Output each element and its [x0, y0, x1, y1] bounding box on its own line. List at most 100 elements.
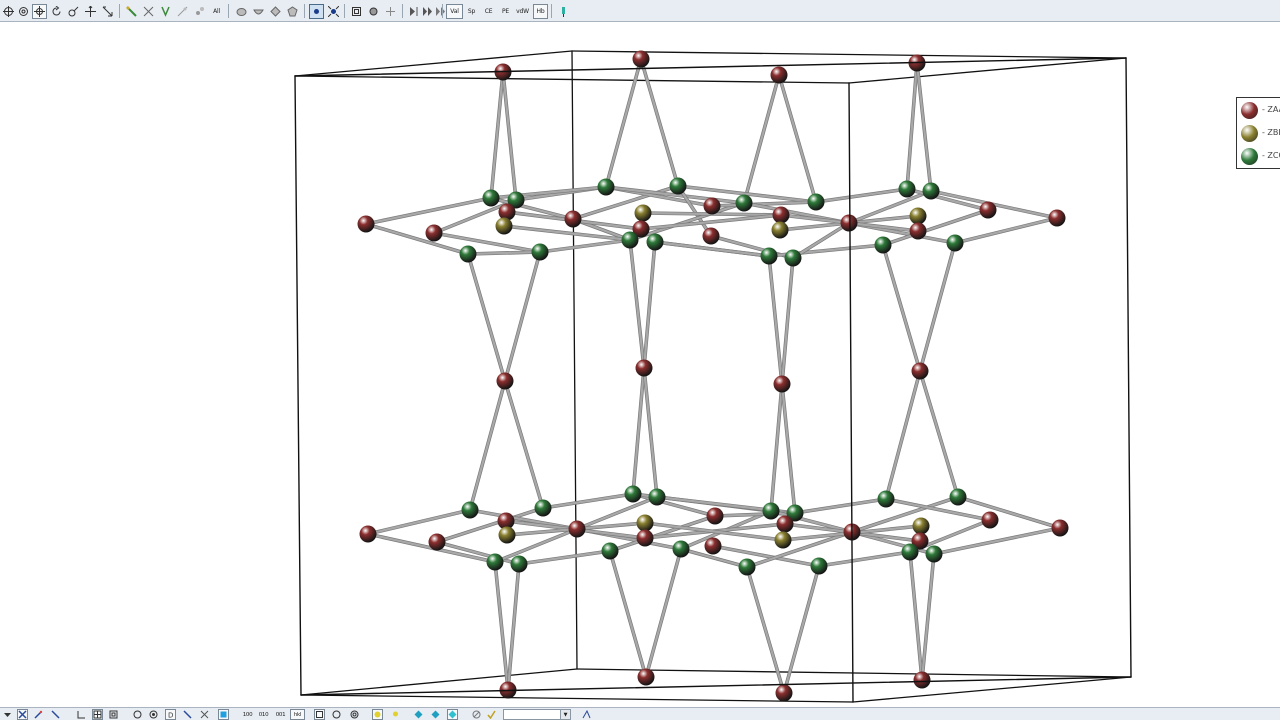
hb-button[interactable]: Hb — [533, 4, 548, 19]
label-atoms-button[interactable] — [175, 4, 190, 19]
clear-button[interactable] — [471, 709, 482, 720]
atom-zcc[interactable] — [784, 249, 802, 267]
atom-zbb[interactable] — [912, 517, 930, 535]
atom-zcc[interactable] — [810, 557, 828, 575]
rotate-z-tool-button[interactable] — [16, 4, 31, 19]
atom-zcc[interactable] — [760, 247, 778, 265]
light-button[interactable] — [390, 709, 401, 720]
atom-zcc[interactable] — [946, 234, 964, 252]
atom-zaa[interactable] — [425, 224, 443, 242]
plane-001-button[interactable]: 001 — [273, 709, 288, 720]
select-tool-button[interactable] — [100, 4, 115, 19]
ce-button[interactable]: CE — [481, 4, 496, 19]
section-b-button[interactable] — [331, 709, 342, 720]
sp-button[interactable]: Sp — [464, 4, 479, 19]
atom-zaa[interactable] — [773, 375, 791, 393]
bond-edit-button[interactable] — [581, 709, 592, 720]
section-a-button[interactable] — [314, 709, 325, 720]
atom-zaa[interactable] — [637, 668, 655, 686]
atom-zcc[interactable] — [534, 499, 552, 517]
diamond-a-button[interactable] — [413, 709, 424, 720]
measure-torsion-button[interactable] — [158, 4, 173, 19]
move-tool-button[interactable] — [32, 4, 47, 19]
view-a-button[interactable] — [234, 4, 249, 19]
rotate-tool-button[interactable] — [1, 4, 16, 19]
plane-010-button[interactable]: 010 — [256, 709, 271, 720]
grid-b-button[interactable] — [92, 709, 103, 720]
play-button[interactable] — [406, 4, 421, 19]
atom-zaa[interactable] — [702, 227, 720, 245]
plane-100-button[interactable]: 100 — [240, 709, 255, 720]
atom-zcc[interactable] — [624, 485, 642, 503]
atom-zaa[interactable] — [632, 50, 650, 68]
atom-zaa[interactable] — [1051, 519, 1069, 537]
atom-zcc[interactable] — [735, 194, 753, 212]
atom-zcc[interactable] — [486, 553, 504, 571]
diamond-c-button[interactable] — [447, 709, 458, 720]
atom-zcc[interactable] — [646, 233, 664, 251]
atom-zcc[interactable] — [597, 178, 615, 196]
atom-zcc[interactable] — [925, 545, 943, 563]
atom-zaa[interactable] — [776, 515, 794, 533]
selection-combo[interactable]: ▼ — [503, 709, 571, 720]
atom-zaa[interactable] — [840, 214, 858, 232]
atom-zcc[interactable] — [922, 182, 940, 200]
dropdown-arrow-button[interactable] — [2, 709, 13, 720]
color-button[interactable] — [218, 709, 229, 720]
atom-zcc[interactable] — [621, 231, 639, 249]
atom-zaa[interactable] — [770, 66, 788, 84]
atom-zbb[interactable] — [909, 207, 927, 225]
measure-angle-button[interactable] — [141, 4, 156, 19]
atom-zaa[interactable] — [704, 537, 722, 555]
highlight-button[interactable] — [372, 709, 383, 720]
atom-zaa[interactable] — [496, 372, 514, 390]
atom-zaa[interactable] — [1048, 209, 1066, 227]
wrench-tool-button[interactable] — [50, 709, 61, 720]
show-atoms-button[interactable] — [309, 4, 324, 19]
add-atom-button[interactable] — [383, 4, 398, 19]
edit-tool-button[interactable] — [33, 709, 44, 720]
atom-zaa[interactable] — [498, 203, 516, 221]
zoom-tool-button[interactable] — [66, 4, 81, 19]
atom-zbb[interactable] — [495, 217, 513, 235]
measure-distance-button[interactable] — [124, 4, 139, 19]
structure-viewport[interactable] — [0, 23, 1280, 707]
polyhedra-button[interactable] — [366, 4, 381, 19]
atom-zaa[interactable] — [979, 201, 997, 219]
diamond-b-button[interactable] — [430, 709, 441, 720]
atom-zcc[interactable] — [949, 488, 967, 506]
all-button[interactable]: All — [209, 4, 224, 19]
atom-zcc[interactable] — [898, 180, 916, 198]
atom-zaa[interactable] — [359, 525, 377, 543]
atom-zcc[interactable] — [510, 555, 528, 573]
atom-zcc[interactable] — [762, 502, 780, 520]
atom-zaa[interactable] — [981, 511, 999, 529]
bond-color-button[interactable] — [556, 4, 571, 19]
view-b-button[interactable] — [251, 4, 266, 19]
atom-zbb[interactable] — [636, 514, 654, 532]
view-c-button[interactable] — [268, 4, 283, 19]
atom-zaa[interactable] — [564, 210, 582, 228]
atom-zaa[interactable] — [706, 507, 724, 525]
show-bonds-button[interactable] — [326, 4, 341, 19]
atom-zcc[interactable] — [669, 177, 687, 195]
pattern-button[interactable] — [199, 709, 210, 720]
atom-zaa[interactable] — [911, 362, 929, 380]
atom-zaa[interactable] — [428, 533, 446, 551]
grid-a-button[interactable] — [76, 709, 87, 720]
atom-zcc[interactable] — [874, 236, 892, 254]
atom-zbb[interactable] — [771, 221, 789, 239]
sphere-b-button[interactable] — [148, 709, 159, 720]
atom-zaa[interactable] — [357, 215, 375, 233]
atom-zaa[interactable] — [703, 197, 721, 215]
plane-hkl-button[interactable]: hkl — [290, 709, 305, 720]
section-c-button[interactable] — [349, 709, 360, 720]
check-button[interactable] — [486, 709, 497, 720]
atom-zbb[interactable] — [774, 531, 792, 549]
atom-info-button[interactable] — [192, 4, 207, 19]
atom-zcc[interactable] — [459, 245, 477, 263]
atom-zcc[interactable] — [877, 490, 895, 508]
atom-zaa[interactable] — [772, 206, 790, 224]
atom-zcc[interactable] — [648, 488, 666, 506]
atom-zaa[interactable] — [909, 222, 927, 240]
